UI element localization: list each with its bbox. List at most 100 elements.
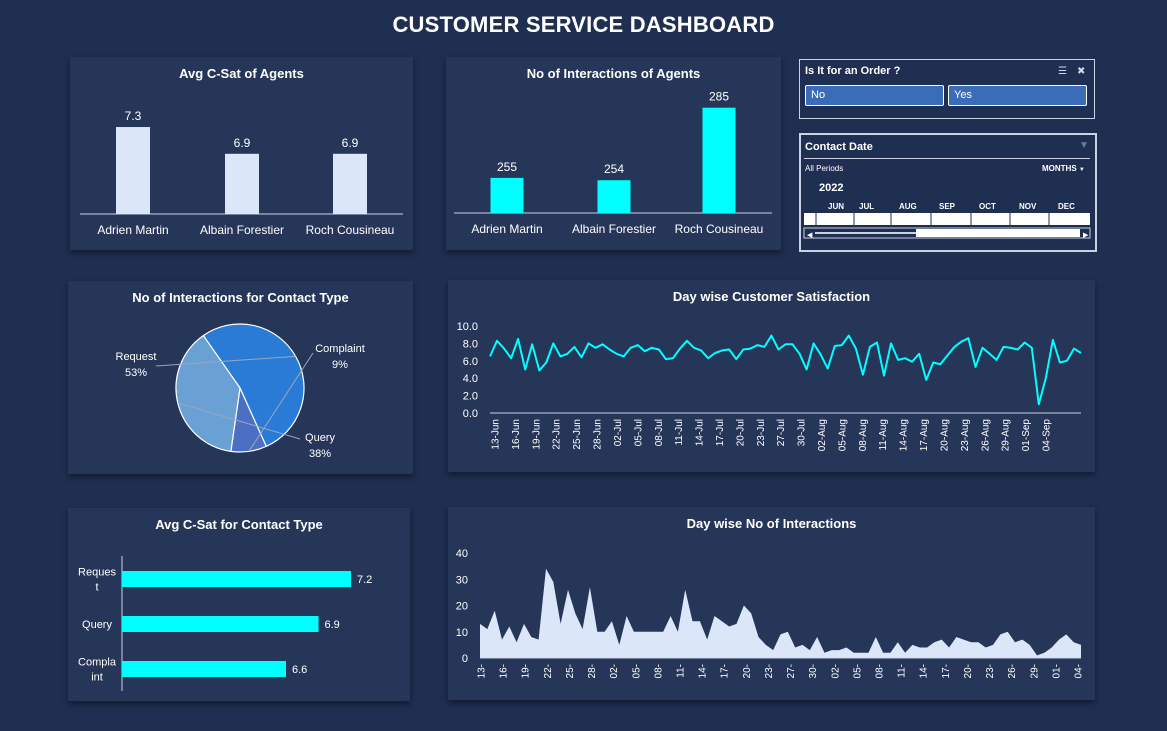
category-label: Roch Cousineau [675,222,764,236]
x-tick-label: 14-Aug [899,419,910,451]
x-tick-label: 20-Aug [939,419,950,451]
order-option-yes[interactable]: Yes [948,85,1087,106]
x-tick-label: 27- [786,664,797,678]
y-tick-label: 40 [456,548,468,560]
x-tick-label: 14-Jul [695,419,706,446]
y-tick-label: 20 [456,601,468,613]
category-label: t [95,582,98,594]
x-tick-label: 08-Aug [858,419,869,451]
dashboard-title: CUSTOMER SERVICE DASHBOARD [392,12,775,37]
daywise-csat-panel: Day wise Customer Satisfaction 0.0 2.0 4.0… [448,280,1095,472]
x-tick-label: 01- [1051,664,1062,678]
data-label: 6.9 [325,619,340,631]
data-label: 285 [709,90,729,104]
avg-csat-agents-chart: 7.3 Adrien Martin 6.9 Albain Forestier 6.9 Ro… [80,109,403,237]
x-tick-label: 04-Sep [1042,419,1053,452]
x-tick-label: 28- [587,664,598,678]
y-tick-label: 0.0 [463,408,478,420]
x-tick-label: 30- [808,664,819,678]
month-label: AUG [899,202,917,211]
bar [122,661,286,677]
x-tick-label: 28-Jun [593,419,604,450]
x-tick-label: 30-Jul [797,419,808,446]
category-label: Adrien Martin [97,223,168,237]
bar [597,180,631,213]
bar [122,571,351,587]
x-tick-label: 08-Jul [654,419,665,446]
x-tick-label: 20- [742,664,753,678]
y-tick-label: 4.0 [463,373,478,385]
x-tick-label: 16-Jun [511,419,522,450]
x-tick-label: 20- [963,664,974,678]
category-label: Albain Forestier [200,223,284,237]
multi-select-icon[interactable]: ☰ [1058,66,1067,77]
x-tick-label: 29- [1029,664,1040,678]
x-tick-label: 05- [631,664,642,678]
month-label: JUL [859,202,874,211]
interactions-agents-chart: 255 Adrien Martin 254 Albain Forestier 285 Ro… [454,90,772,236]
category-label: Query [82,619,112,631]
contact-type-pie-chart: Request 53% Complaint 9% Query 38% [116,323,365,460]
x-tick-label: 11-Aug [878,419,889,451]
scroll-right-icon: ▶ [1083,232,1089,239]
x-tick-label: 26-Aug [980,419,991,451]
x-tick-label: 13-Jun [491,419,502,450]
scroll-left-icon: ◀ [807,232,813,239]
data-label: 255 [497,160,517,174]
x-tick-label: 02-Aug [817,419,828,451]
data-label: 254 [604,162,624,176]
x-tick-label: 02- [830,664,841,678]
month-label: SEP [939,202,956,211]
month-label: OCT [979,202,996,211]
x-tick-label: 25- [565,664,576,678]
x-tick-label: 08- [653,664,664,678]
x-tick-label: 17- [720,664,731,678]
daywise-csat-chart: 0.0 2.0 4.0 6.0 8.0 10.0 13-Jun 16-Jun 19-Jun 22-… [457,321,1082,452]
x-tick-label: 01-Sep [1021,419,1032,452]
contact-date-timeline: Contact Date ▼ All Periods MONTHS ▼ 2022… [799,133,1097,252]
x-tick-label: 16- [499,664,510,678]
category-label: Adrien Martin [471,222,542,236]
avg-csat-agents-panel: Avg C-Sat of Agents 7.3 Adrien Martin 6.9 A… [70,57,413,250]
x-tick-label: 23- [985,664,996,678]
x-tick-label: 05-Aug [837,419,848,451]
bar [490,177,524,213]
x-tick-label: 17-Jul [715,419,726,446]
category-label: int [91,672,103,684]
avg-csat-contact-type-chart: 7.2 Reques t 6.9 Query 6.6 Compla int [78,556,372,691]
x-tick-label: 11- [676,664,687,678]
x-tick-label: 13- [477,664,488,678]
x-tick-label: 22-Jun [552,419,563,450]
x-tick-label: 19- [521,664,532,678]
x-tick-label: 23-Jul [756,419,767,446]
y-tick-label: 0 [462,653,468,665]
x-tick-label: 22- [543,664,554,678]
x-tick-label: 19-Jun [531,419,542,450]
data-label: 6.6 [292,664,307,676]
x-tick-label: 11- [897,664,908,678]
x-tick-label: 14- [919,664,930,678]
daywise-interactions-panel: Day wise No of Interactions 0 10 20 30 40 13-… [448,507,1095,700]
month-label: JUN [828,202,844,211]
daywise-interactions-chart: 0 10 20 30 40 13- 16- 19- 22- 25- 28- 02- 05- 08- 11- 1… [456,548,1085,678]
clear-filter-icon[interactable]: ✖ [1077,66,1085,77]
category-label: Reques [78,567,116,579]
order-option-no[interactable]: No [805,85,944,106]
data-label: 7.3 [125,109,142,123]
x-tick-label: 20-Jul [735,419,746,446]
data-label: 7.2 [357,574,372,586]
slice-name: Complaint [315,343,365,355]
category-label: Roch Cousineau [306,223,395,237]
slice-percent: 53% [125,367,147,379]
y-tick-label: 30 [456,574,468,586]
series-area [480,568,1081,658]
y-tick-label: 10.0 [457,321,478,333]
timeline-bar[interactable]: JUN JUL AUG SEP OCT NOV DEC ◀ ▶ [801,135,1095,250]
bar [702,107,736,213]
x-tick-label: 08- [875,664,886,678]
x-tick-label: 29-Aug [1001,419,1012,451]
interactions-contact-type-panel: No of Interactions for Contact Type Requ… [68,281,413,474]
slice-name: Request [116,351,157,363]
data-label: 6.9 [234,136,251,150]
bar [116,127,150,214]
